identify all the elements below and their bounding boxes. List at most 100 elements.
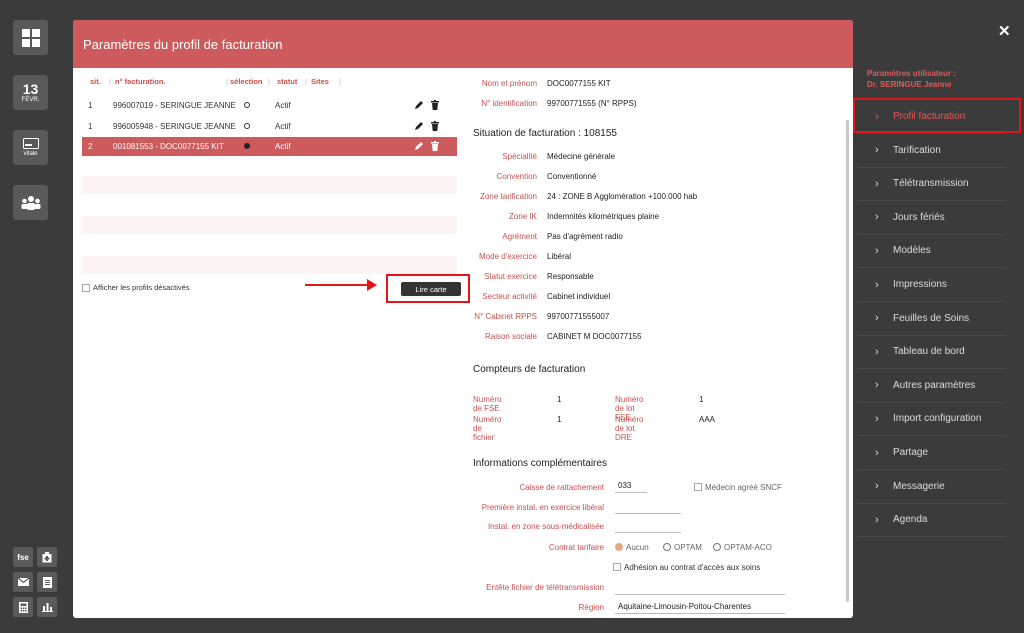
trash-icon[interactable] xyxy=(430,100,440,110)
chevron-right-icon: › xyxy=(875,480,879,493)
scrollbar[interactable] xyxy=(846,120,849,602)
col-sites[interactable]: Sites xyxy=(311,77,329,86)
menu-item-autres-param-tres[interactable]: › Autres paramètres xyxy=(857,369,1005,403)
vitale-card-button[interactable]: vitale xyxy=(13,130,48,165)
close-icon[interactable]: ✕ xyxy=(998,22,1011,40)
edit-pencil-icon[interactable] xyxy=(414,121,424,131)
radio-optam-aco[interactable] xyxy=(713,543,721,551)
radio-optam[interactable] xyxy=(663,543,671,551)
menu-item-import-configuration[interactable]: › Import configuration xyxy=(857,402,1005,437)
patients-group-icon[interactable] xyxy=(13,185,48,220)
fse-value: 1 xyxy=(557,395,562,404)
extra-title: Informations complémentaires xyxy=(473,458,607,469)
contrat-option-aucun[interactable]: Aucun xyxy=(615,543,649,552)
row-select-radio[interactable] xyxy=(244,123,250,129)
adhesion-label: Adhésion au contrat d'accès aux soins xyxy=(624,563,761,572)
situation-title: Situation de facturation : 108155 xyxy=(473,128,617,139)
trash-icon[interactable] xyxy=(430,121,440,131)
sncf-checkbox[interactable] xyxy=(694,483,702,491)
col-sit[interactable]: sit. xyxy=(90,77,101,86)
menu-item-label: Modèles xyxy=(893,245,931,257)
fse-label: fse xyxy=(17,552,29,562)
sncf-label: Médecin agréé SNCF xyxy=(705,483,782,492)
menu-item-agenda[interactable]: › Agenda xyxy=(857,503,1005,538)
mail-icon[interactable] xyxy=(13,572,33,592)
field-label: Raison sociale xyxy=(484,332,537,341)
menu-item-messagerie[interactable]: › Messagerie xyxy=(857,470,1005,504)
lot-dre-value: AAA xyxy=(699,415,716,424)
show-disabled-checkbox[interactable] xyxy=(82,283,90,292)
show-disabled-checkbox-row[interactable]: Afficher les profils désactivés xyxy=(82,283,190,292)
file-label: Numéro de fichier xyxy=(473,415,502,442)
menu-item-impressions[interactable]: › Impressions xyxy=(857,268,1005,302)
contrat-option-optam-aco[interactable]: OPTAM-ACO xyxy=(713,543,772,552)
field-value: 24 : ZONE B Agglomération +100.000 hab xyxy=(547,192,698,201)
date-month: FÉVR. xyxy=(21,96,40,103)
fse-button[interactable]: fse xyxy=(13,547,33,567)
field-value: Responsable xyxy=(547,272,594,281)
edit-pencil-icon[interactable] xyxy=(414,141,424,151)
chevron-right-icon: › xyxy=(875,211,879,224)
table-row[interactable]: 1 996005948 - SERINGUE JEANNE Actif xyxy=(82,117,457,136)
row-sit: 2 xyxy=(88,142,93,151)
entete-label: Entête fichier de télétransmission xyxy=(486,583,604,592)
chevron-right-icon: › xyxy=(875,278,879,291)
field-label: Secteur activité xyxy=(482,292,537,301)
row-num: 996005948 - SERINGUE JEANNE xyxy=(113,122,236,131)
adhesion-checkbox[interactable] xyxy=(613,563,621,571)
document-icon[interactable] xyxy=(37,572,57,592)
menu-item-partage[interactable]: › Partage xyxy=(857,436,1005,470)
col-statut[interactable]: statut xyxy=(277,77,297,86)
menu-item-t-l-transmission[interactable]: › Télétransmission xyxy=(857,167,1005,202)
id-value: 99700771555 (N° RPPS) xyxy=(547,99,637,108)
row-select-radio[interactable] xyxy=(244,102,250,108)
zone-sous-med-input[interactable] xyxy=(615,521,681,533)
menu-item-tarification[interactable]: › Tarification xyxy=(857,134,1005,168)
field-value: Médecine générale xyxy=(547,152,616,161)
billing-profile-modal: Paramètres du profil de facturation sit.… xyxy=(73,20,853,618)
col-num[interactable]: n° facturation. xyxy=(115,77,166,86)
field-label: Spécialité xyxy=(502,152,537,161)
caisse-label: Caisse de rattachement xyxy=(519,483,605,492)
chevron-right-icon: › xyxy=(875,379,879,392)
field-value: Cabinet individuel xyxy=(547,292,611,301)
contrat-option-optam[interactable]: OPTAM xyxy=(663,543,702,552)
entete-input[interactable] xyxy=(615,583,785,595)
lot-dre-label: Numéro de lot DRE xyxy=(615,415,644,442)
radio-aucun[interactable] xyxy=(615,543,623,551)
trash-icon[interactable] xyxy=(430,141,440,151)
edit-pencil-icon[interactable] xyxy=(414,100,424,110)
menu-item-mod-les[interactable]: › Modèles xyxy=(857,234,1005,269)
dashboard-grid-icon[interactable] xyxy=(13,20,48,55)
menu-item-label: Feuilles de Soins xyxy=(893,312,970,324)
modal-title: Paramètres du profil de facturation xyxy=(83,36,283,52)
menu-item-jours-f-ri-s[interactable]: › Jours fériés xyxy=(857,201,1005,235)
table-row-selected[interactable]: 2 001081553 - DOC0077155 KIT Actif xyxy=(82,137,457,156)
menu-item-label: Messagerie xyxy=(893,480,945,492)
menu-item-label: Tableau de bord xyxy=(893,346,965,358)
calendar-date-button[interactable]: 13 FÉVR. xyxy=(13,75,48,110)
first-install-input[interactable] xyxy=(615,502,681,514)
row-sit: 1 xyxy=(88,122,93,131)
medical-bag-icon[interactable] xyxy=(37,547,57,567)
menu-item-label: Agenda xyxy=(893,514,928,526)
region-label: Région xyxy=(578,603,604,612)
calculator-icon[interactable] xyxy=(13,597,33,617)
field-label: Statut exercice xyxy=(484,272,537,281)
id-label: N° identification xyxy=(481,99,537,108)
bar-chart-icon[interactable] xyxy=(37,597,57,617)
field-value: 99700771555007 xyxy=(547,312,610,321)
col-selection[interactable]: sélection xyxy=(230,77,263,86)
table-row[interactable]: 1 996007019 - SERINGUE JEANNE Actif xyxy=(82,96,457,115)
menu-item-label: Télétransmission xyxy=(893,178,969,190)
region-select[interactable]: Aquitaine-Limousin-Poitou-Charentes xyxy=(615,602,785,614)
menu-item-label: Partage xyxy=(893,447,929,458)
adhesion-checkbox-row[interactable]: Adhésion au contrat d'accès aux soins xyxy=(613,563,760,572)
menu-item-feuilles-de-soins[interactable]: › Feuilles de Soins xyxy=(857,302,1005,336)
chevron-right-icon: › xyxy=(875,244,879,257)
empty-row xyxy=(82,216,457,234)
menu-item-tableau-de-bord[interactable]: › Tableau de bord xyxy=(857,335,1005,370)
caisse-input[interactable]: 033 xyxy=(615,481,647,493)
sncf-checkbox-row[interactable]: Médecin agréé SNCF xyxy=(694,483,782,492)
row-select-radio[interactable] xyxy=(244,143,250,149)
